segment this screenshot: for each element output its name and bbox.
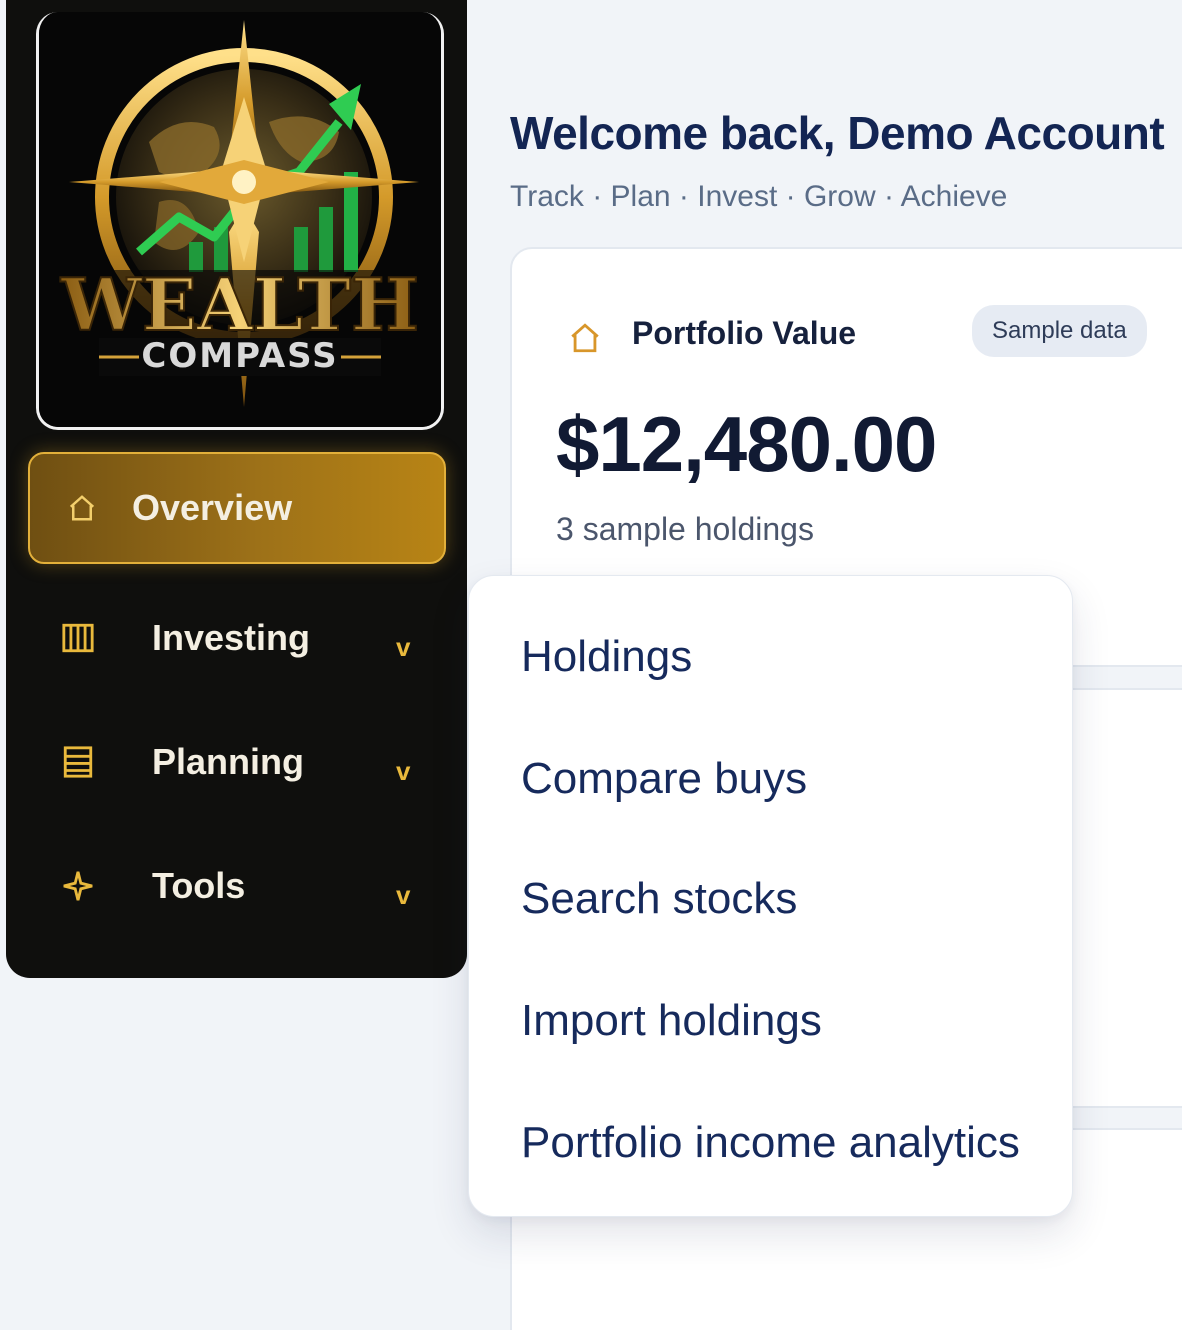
sidebar-item-tools[interactable]: Tools v [28, 830, 446, 942]
sidebar-item-overview[interactable]: Overview [28, 452, 446, 564]
chevron-down-icon[interactable]: v [396, 756, 410, 787]
menu-item-import-holdings[interactable]: Import holdings [521, 996, 822, 1046]
svg-text:COMPASS: COMPASS [141, 336, 338, 376]
list-icon [60, 744, 96, 780]
sidebar-item-label: Planning [152, 741, 304, 782]
chevron-down-icon[interactable]: v [396, 880, 410, 911]
home-icon [568, 321, 604, 357]
sidebar-item-label: Investing [152, 617, 311, 658]
menu-item-portfolio-income-analytics[interactable]: Portfolio income analytics [521, 1118, 1020, 1168]
holdings-count: 3 sample holdings [556, 511, 814, 547]
investing-dropdown-menu: Holdings Compare buys Search stocks Impo… [468, 575, 1073, 1217]
page-title: Welcome back, Demo Account [510, 107, 1165, 159]
menu-item-compare-buys[interactable]: Compare buys [521, 754, 807, 804]
portfolio-value: $12,480.00 [556, 400, 937, 488]
tagline: Track · Plan · Invest · Grow · Achieve [510, 180, 1008, 213]
card-title: Portfolio Value [632, 315, 857, 351]
sidebar: WEALTH COMPASS Overview Investing v Plan… [6, 0, 467, 978]
columns-icon [60, 620, 96, 656]
menu-item-holdings[interactable]: Holdings [521, 632, 692, 682]
home-icon [64, 490, 100, 526]
logo[interactable]: WEALTH COMPASS [36, 12, 444, 430]
sparkle-icon [60, 868, 96, 904]
sidebar-item-label: Tools [152, 865, 246, 906]
sidebar-item-label: Overview [132, 487, 293, 528]
sidebar-item-planning[interactable]: Planning v [28, 706, 446, 818]
chevron-down-icon[interactable]: v [396, 632, 410, 663]
svg-text:WEALTH: WEALTH [60, 262, 419, 347]
sample-data-badge: Sample data [972, 305, 1147, 357]
menu-item-search-stocks[interactable]: Search stocks [521, 874, 797, 924]
sidebar-item-investing[interactable]: Investing v [28, 582, 446, 694]
wealth-compass-logo: WEALTH COMPASS [39, 12, 441, 427]
